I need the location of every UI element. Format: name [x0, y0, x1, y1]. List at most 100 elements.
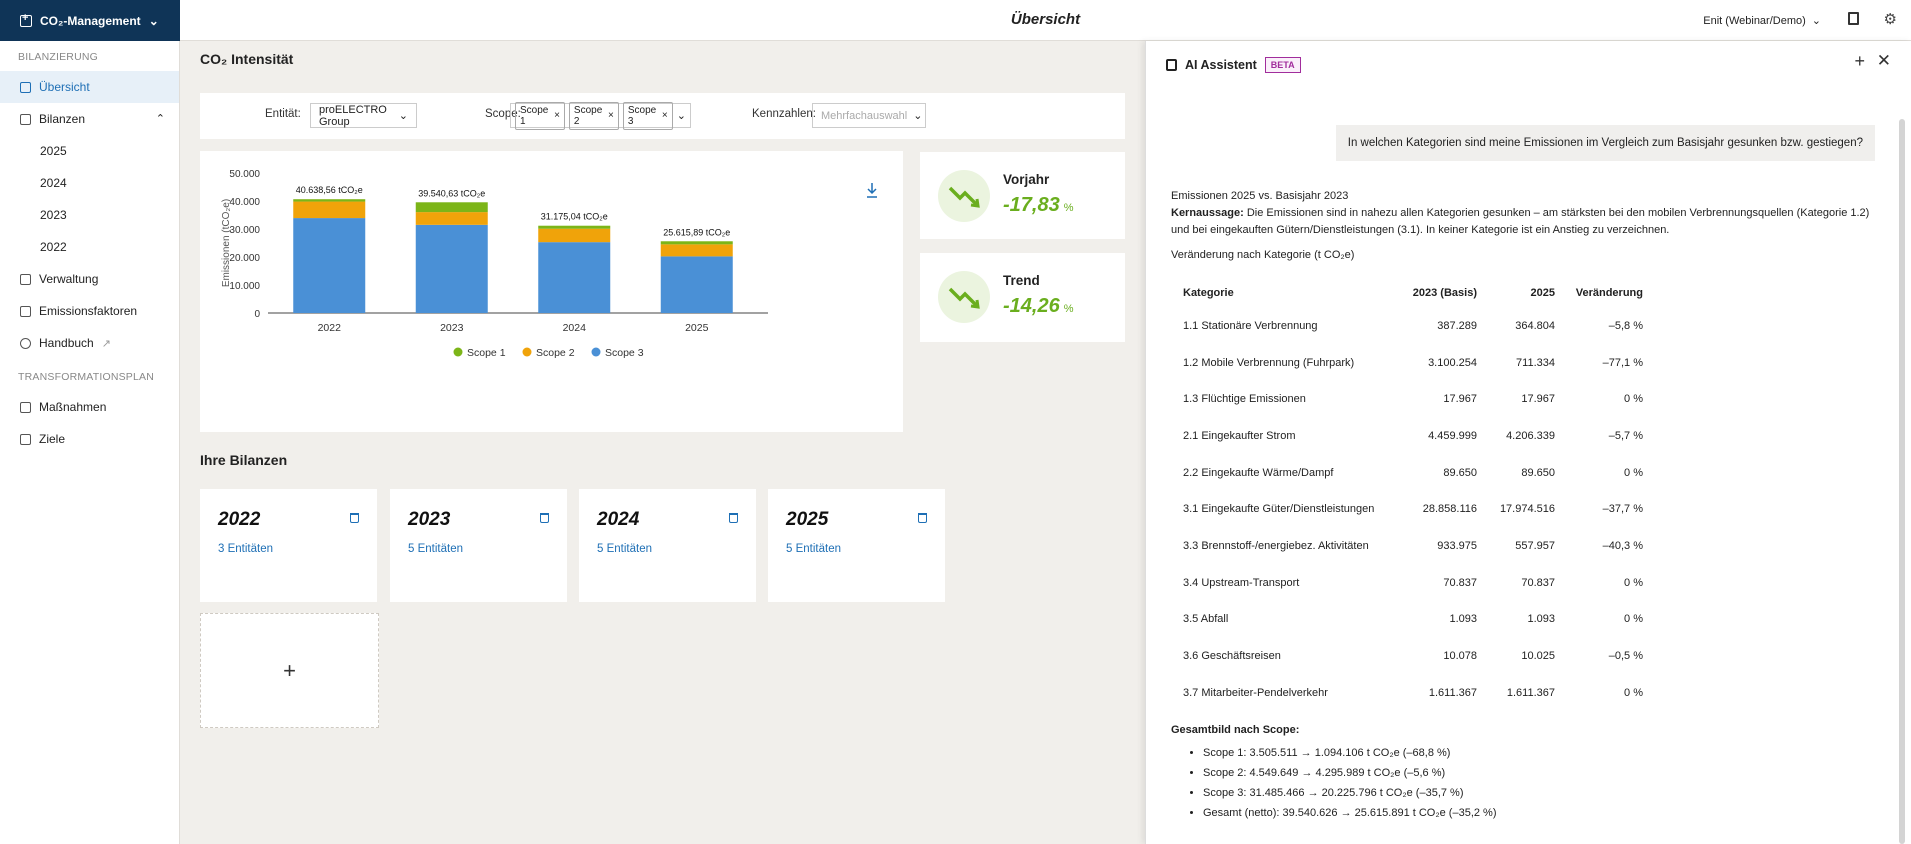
sidebar-item-verwaltung[interactable]: Verwaltung — [0, 263, 179, 295]
table-header-row: Kategorie 2023 (Basis) 2025 Veränderung — [1183, 278, 1653, 308]
key-text: Die Emissionen sind in nahezu allen Kate… — [1171, 207, 1870, 236]
list-item: Gesamt (netto): 39.540.626 → 25.615.891 … — [1203, 805, 1881, 825]
beta-badge: BETA — [1264, 57, 1301, 73]
close-icon[interactable]: ✕ — [1877, 51, 1891, 71]
table-cell: –5,7 % — [1608, 429, 1643, 442]
close-icon[interactable]: × — [554, 110, 560, 121]
table-row: 3.4 Upstream-Transport 70.837 70.837 0 % — [1183, 565, 1653, 602]
environment-select[interactable]: Enit (Webinar/Demo) ⌄ — [1703, 14, 1821, 28]
trash-icon[interactable] — [918, 513, 927, 523]
scrollbar[interactable] — [1899, 119, 1905, 844]
assistant-toggle-icon[interactable] — [1848, 12, 1859, 25]
chevron-down-icon: ⌄ — [398, 110, 408, 122]
sidebar-item-2022[interactable]: 2022 — [0, 231, 179, 263]
main-content: CO₂ Intensität Entität: proELECTRO Group… — [180, 41, 1145, 844]
app-switcher-button[interactable]: CO₂-Management ⌄ — [0, 0, 180, 41]
sidebar-item-handbuch[interactable]: Handbuch ↗ — [0, 327, 179, 359]
legend-label: Scope 1 — [467, 347, 506, 359]
kpi-title: Trend — [1003, 273, 1040, 288]
new-chat-plus-icon[interactable]: + — [1854, 51, 1865, 72]
sidebar-item-2025[interactable]: 2025 — [0, 135, 179, 167]
x-tick-label: 2025 — [685, 322, 709, 334]
scope-tag[interactable]: Scope 1 × — [515, 101, 565, 130]
table-cell: 28.858.116 — [1422, 503, 1477, 516]
table-cell: 4.459.999 — [1428, 429, 1477, 442]
sidebar-item-emissionsfaktoren[interactable]: Emissionsfaktoren — [0, 295, 179, 327]
kpi-multiselect[interactable]: Mehrfachauswahl ⌄ — [812, 103, 926, 128]
close-icon[interactable]: × — [662, 110, 668, 121]
table-cell: 0 % — [1624, 686, 1643, 699]
scope-tag[interactable]: Scope 2 × — [568, 101, 619, 130]
bilanz-entities-link[interactable]: 5 Entitäten — [408, 543, 463, 555]
trend-down-icon — [938, 271, 990, 323]
sidebar-item-uebersicht[interactable]: Übersicht — [0, 71, 179, 103]
sidebar-item-2023[interactable]: 2023 — [0, 199, 179, 231]
bilanz-year: 2024 — [597, 509, 640, 530]
answer-heading: Emissionen 2025 vs. Basisjahr 2023 — [1171, 190, 1349, 202]
sidebar-item-label: Übersicht — [39, 80, 90, 94]
table-cell: 70.837 — [1443, 576, 1477, 589]
trash-icon[interactable] — [729, 513, 738, 523]
kpi-unit: % — [1063, 303, 1074, 315]
section-title-bilanzen: Ihre Bilanzen — [200, 452, 288, 468]
bilanz-entities-link[interactable]: 5 Entitäten — [597, 543, 652, 555]
kpi-card-trend: Trend -14,26% — [920, 253, 1125, 342]
table-cell: 0 % — [1624, 613, 1643, 626]
bilanz-entities-link[interactable]: 5 Entitäten — [786, 543, 841, 555]
assistant-icon — [1166, 59, 1177, 71]
trash-icon[interactable] — [540, 513, 549, 523]
bilanz-card[interactable]: 2022 3 Entitäten — [200, 489, 377, 602]
bilanz-year: 2023 — [408, 509, 451, 530]
sidebar-item-bilanzen[interactable]: Bilanzen ⌃ — [0, 103, 179, 135]
table-cell: 4.206.339 — [1506, 429, 1555, 442]
scope-tag[interactable]: Scope 3 × — [622, 101, 673, 130]
bilanz-year: 2022 — [218, 509, 261, 530]
bar-total-label: 40.638,56 tCO₂e — [296, 185, 363, 195]
table-cell: 3.100.254 — [1428, 356, 1477, 369]
table-row: 3.1 Eingekaufte Güter/Dienstleistungen 28… — [1183, 491, 1653, 528]
kpi-unit: % — [1063, 202, 1074, 214]
bar-total-label: 31.175,04 tCO₂e — [541, 212, 608, 222]
bilanz-card[interactable]: 2025 5 Entitäten — [768, 489, 945, 602]
environment-label: Enit (Webinar/Demo) — [1703, 14, 1806, 27]
gear-icon[interactable]: ⚙ — [1884, 10, 1897, 28]
trend-down-icon — [938, 170, 990, 222]
chevron-down-icon: ⌄ — [676, 110, 686, 122]
table-row: 2.1 Eingekaufter Strom 4.459.999 4.206.339… — [1183, 418, 1653, 455]
table-row: 1.3 Flüchtige Emissionen 17.967 17.967 0 % — [1183, 381, 1653, 418]
scope-multiselect[interactable]: Scope 1 × Scope 2 × Scope 3 × ⌄ — [510, 101, 691, 130]
table-cell: 1.1 Stationäre Verbrennung — [1183, 319, 1318, 332]
table-cell: 3.7 Mitarbeiter-Pendelverkehr — [1183, 686, 1328, 699]
bar-segment-scope-2 — [538, 228, 611, 243]
table-cell: 557.957 — [1515, 539, 1555, 552]
table-cell: –77,1 % — [1602, 356, 1643, 369]
table-title: Veränderung nach Kategorie (t CO₂e) — [1171, 249, 1355, 261]
bar-segment-scope-2 — [415, 212, 488, 225]
table-cell: 10.078 — [1443, 650, 1477, 663]
sidebar-section-title: BILANZIERUNG — [18, 51, 98, 63]
intensity-chart-card: 0 10.000 20.000 30.000 40.000 50.000 Emissione… — [200, 151, 903, 432]
top-bar: Übersicht Enit (Webinar/Demo) ⌄ ⚙ — [180, 0, 1911, 41]
bilanz-entities-link[interactable]: 3 Entitäten — [218, 543, 273, 555]
table-cell: 17.967 — [1521, 393, 1555, 406]
close-icon[interactable]: × — [608, 110, 614, 121]
list-icon — [20, 401, 31, 413]
table-cell: 1.3 Flüchtige Emissionen — [1183, 393, 1306, 406]
table-cell: 711.334 — [1516, 356, 1555, 369]
sidebar-item-label: Bilanzen — [39, 112, 86, 126]
scope-tag-label: Scope 3 — [627, 104, 657, 127]
list-item: Scope 2: 4.549.649 → 4.295.989 t CO₂e (–… — [1203, 765, 1881, 785]
kpi-title: Vorjahr — [1003, 172, 1050, 187]
entity-select[interactable]: proELECTRO Group ⌄ — [310, 103, 417, 128]
sidebar-item-ziele[interactable]: Ziele — [0, 423, 179, 455]
trash-icon[interactable] — [350, 513, 359, 523]
assistant-title: AI Assistent — [1185, 58, 1257, 72]
sidebar-item-massnahmen[interactable]: Maßnahmen — [0, 391, 179, 423]
bilanz-card[interactable]: 2024 5 Entitäten — [579, 489, 756, 602]
bilanz-card[interactable]: 2023 5 Entitäten — [390, 489, 567, 602]
sidebar-item-2024[interactable]: 2024 — [0, 167, 179, 199]
download-icon[interactable] — [867, 183, 877, 198]
add-bilanz-button[interactable]: + — [200, 613, 379, 728]
building-icon — [20, 273, 31, 285]
scope-summary-title: Gesamtbild nach Scope: — [1171, 723, 1300, 736]
